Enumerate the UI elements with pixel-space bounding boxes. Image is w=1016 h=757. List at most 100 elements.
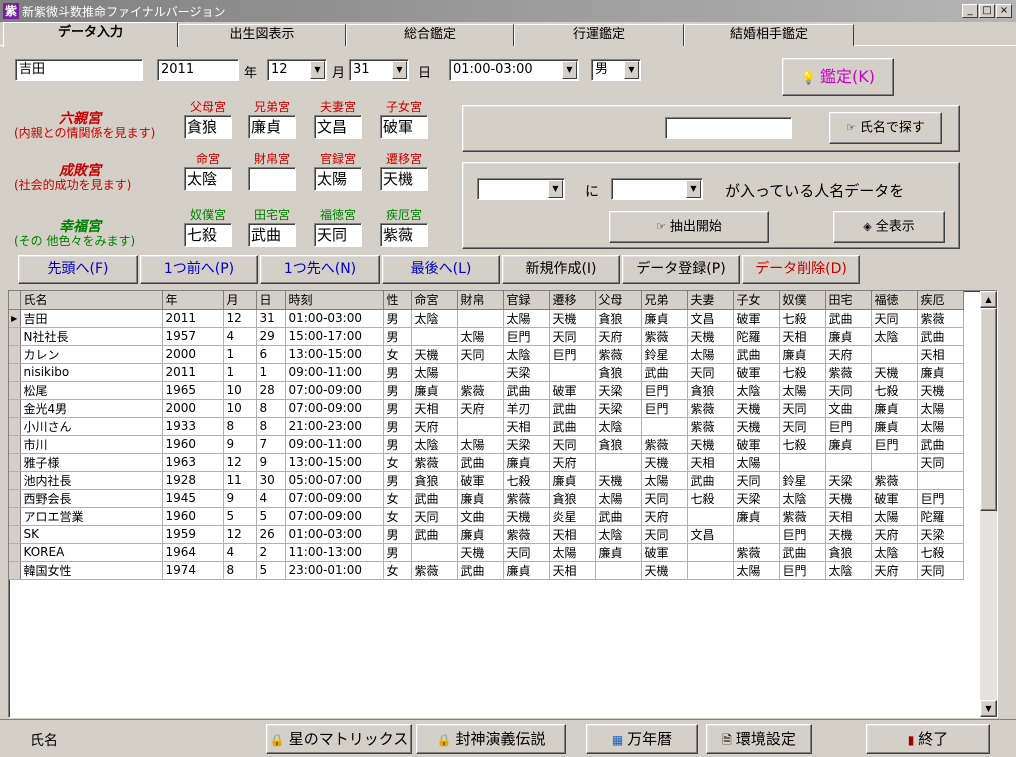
table-cell[interactable]: 太陽 xyxy=(457,435,504,454)
table-cell[interactable]: 武曲 xyxy=(733,345,780,364)
table-cell[interactable]: 巨門 xyxy=(549,345,596,364)
register-record-button[interactable]: データ登録(P) xyxy=(622,255,740,284)
table-cell[interactable]: 天同 xyxy=(549,327,596,346)
column-header[interactable]: 兄弟 xyxy=(641,291,688,310)
table-cell[interactable]: 太陽 xyxy=(457,327,504,346)
table-cell[interactable]: KOREA xyxy=(20,543,163,562)
table-cell[interactable]: 太陽 xyxy=(687,345,734,364)
scroll-down-icon[interactable]: ▼ xyxy=(980,700,997,717)
table-cell[interactable]: 天相 xyxy=(411,399,458,418)
table-cell[interactable]: 天相 xyxy=(917,345,964,364)
table-cell[interactable]: 天同 xyxy=(641,489,688,508)
table-cell[interactable]: 廉貞 xyxy=(871,399,918,418)
star-matrix-button[interactable]: 🔒 星のマトリックス xyxy=(266,724,412,754)
table-cell[interactable]: 廉貞 xyxy=(457,525,504,544)
table-cell[interactable]: 太陽 xyxy=(917,417,964,436)
tab-chart-display[interactable]: 出生図表示 xyxy=(178,24,346,46)
table-cell[interactable]: 26 xyxy=(256,525,286,544)
row-indicator[interactable] xyxy=(9,345,21,364)
row-indicator[interactable] xyxy=(9,327,21,346)
table-cell[interactable]: 武曲 xyxy=(641,363,688,382)
extract-button[interactable]: ☞ 抽出開始 xyxy=(609,211,769,243)
table-cell[interactable]: N社社長 xyxy=(20,327,163,346)
table-cell[interactable]: 廉貞 xyxy=(825,327,872,346)
table-cell[interactable]: 廉貞 xyxy=(595,543,642,562)
table-cell[interactable]: 天同 xyxy=(779,399,826,418)
table-cell[interactable]: 七殺 xyxy=(871,381,918,400)
table-cell[interactable]: 天機 xyxy=(825,525,872,544)
month-select[interactable]: 12 ▼ xyxy=(267,59,327,81)
column-header[interactable]: 日 xyxy=(256,291,286,310)
table-cell[interactable] xyxy=(825,453,872,472)
table-cell[interactable]: 女 xyxy=(383,507,412,526)
table-cell[interactable]: 男 xyxy=(383,363,412,382)
table-cell[interactable]: 武曲 xyxy=(457,561,504,580)
table-cell[interactable]: 男 xyxy=(383,543,412,562)
row-indicator[interactable] xyxy=(9,561,21,580)
table-cell[interactable]: 太陽 xyxy=(595,489,642,508)
palace-value[interactable]: 天機 xyxy=(380,167,428,191)
table-cell[interactable]: 天機 xyxy=(825,489,872,508)
table-cell[interactable]: 4 xyxy=(223,543,257,562)
table-cell[interactable]: 10 xyxy=(223,381,257,400)
table-cell[interactable]: 廉貞 xyxy=(641,309,688,328)
last-record-button[interactable]: 最後へ(L) xyxy=(382,255,500,284)
table-cell[interactable]: 天機 xyxy=(549,309,596,328)
table-cell[interactable]: 太陽 xyxy=(641,471,688,490)
table-cell[interactable]: 文昌 xyxy=(687,525,734,544)
table-cell[interactable]: 廉貞 xyxy=(779,345,826,364)
table-cell[interactable]: 1963 xyxy=(162,453,224,472)
table-cell[interactable]: 天同 xyxy=(779,417,826,436)
table-cell[interactable]: 12 xyxy=(223,453,257,472)
column-header[interactable]: 官録 xyxy=(503,291,550,310)
column-header[interactable]: 遷移 xyxy=(549,291,596,310)
current-row-icon[interactable]: ▶ xyxy=(9,309,21,328)
table-cell[interactable] xyxy=(779,453,826,472)
table-cell[interactable]: 男 xyxy=(383,381,412,400)
table-cell[interactable]: 1 xyxy=(256,363,286,382)
palace-value[interactable]: 天同 xyxy=(314,223,362,247)
row-indicator[interactable] xyxy=(9,363,21,382)
table-cell[interactable]: 天府 xyxy=(457,399,504,418)
table-cell[interactable]: 太陰 xyxy=(595,525,642,544)
table-cell[interactable]: 武曲 xyxy=(779,543,826,562)
table-cell[interactable]: 天府 xyxy=(595,327,642,346)
table-row[interactable]: 金光4男 2000 10 8 07:00-09:00 男天相 天府 羊刃 武曲 天梁 巨門 紫薇 天機天… xyxy=(9,399,964,418)
row-indicator[interactable] xyxy=(9,399,21,418)
table-cell[interactable]: 文昌 xyxy=(687,309,734,328)
palace-value[interactable]: 七殺 xyxy=(184,223,232,247)
table-cell[interactable]: 太陰 xyxy=(595,417,642,436)
table-cell[interactable]: 天梁 xyxy=(503,363,550,382)
table-cell[interactable]: 天機 xyxy=(411,345,458,364)
tab-marriage-reading[interactable]: 結婚相手鑑定 xyxy=(684,24,854,46)
table-cell[interactable]: 破軍 xyxy=(733,309,780,328)
table-cell[interactable]: 太陽 xyxy=(779,381,826,400)
table-cell[interactable]: 29 xyxy=(256,327,286,346)
table-cell[interactable]: 天同 xyxy=(733,471,780,490)
table-cell[interactable]: 男 xyxy=(383,327,412,346)
table-cell[interactable]: 廉貞 xyxy=(733,507,780,526)
table-cell[interactable]: 9 xyxy=(223,435,257,454)
table-cell[interactable] xyxy=(411,543,458,562)
column-header[interactable]: 夫妻 xyxy=(687,291,734,310)
row-indicator[interactable] xyxy=(9,435,21,454)
table-cell[interactable] xyxy=(549,363,596,382)
table-row[interactable]: 池内社長 1928 11 30 05:00-07:00 男貪狼 破軍 七殺 廉貞 天機 太陽 武曲 天同… xyxy=(9,471,964,490)
judge-button[interactable]: 💡 鑑定(K) xyxy=(782,58,894,96)
table-cell[interactable]: 市川 xyxy=(20,435,163,454)
row-indicator[interactable] xyxy=(9,507,21,526)
table-cell[interactable]: 天機 xyxy=(641,561,688,580)
table-cell[interactable]: 天機 xyxy=(457,543,504,562)
table-cell[interactable] xyxy=(457,417,504,436)
column-header[interactable]: 財帛 xyxy=(457,291,504,310)
table-cell[interactable]: 天同 xyxy=(411,507,458,526)
table-cell[interactable] xyxy=(871,345,918,364)
table-cell[interactable]: 西野会長 xyxy=(20,489,163,508)
row-indicator[interactable] xyxy=(9,489,21,508)
table-cell[interactable] xyxy=(411,327,458,346)
table-cell[interactable]: 武曲 xyxy=(549,417,596,436)
table-cell[interactable]: 2011 xyxy=(162,363,224,382)
table-cell[interactable]: 天同 xyxy=(549,435,596,454)
table-row[interactable]: ▶ 吉田 2011 12 31 01:00-03:00 男太陰 太陽 天機 貪狼 廉貞 文昌 破軍 七殺武… xyxy=(9,309,964,328)
table-cell[interactable]: 破軍 xyxy=(733,363,780,382)
